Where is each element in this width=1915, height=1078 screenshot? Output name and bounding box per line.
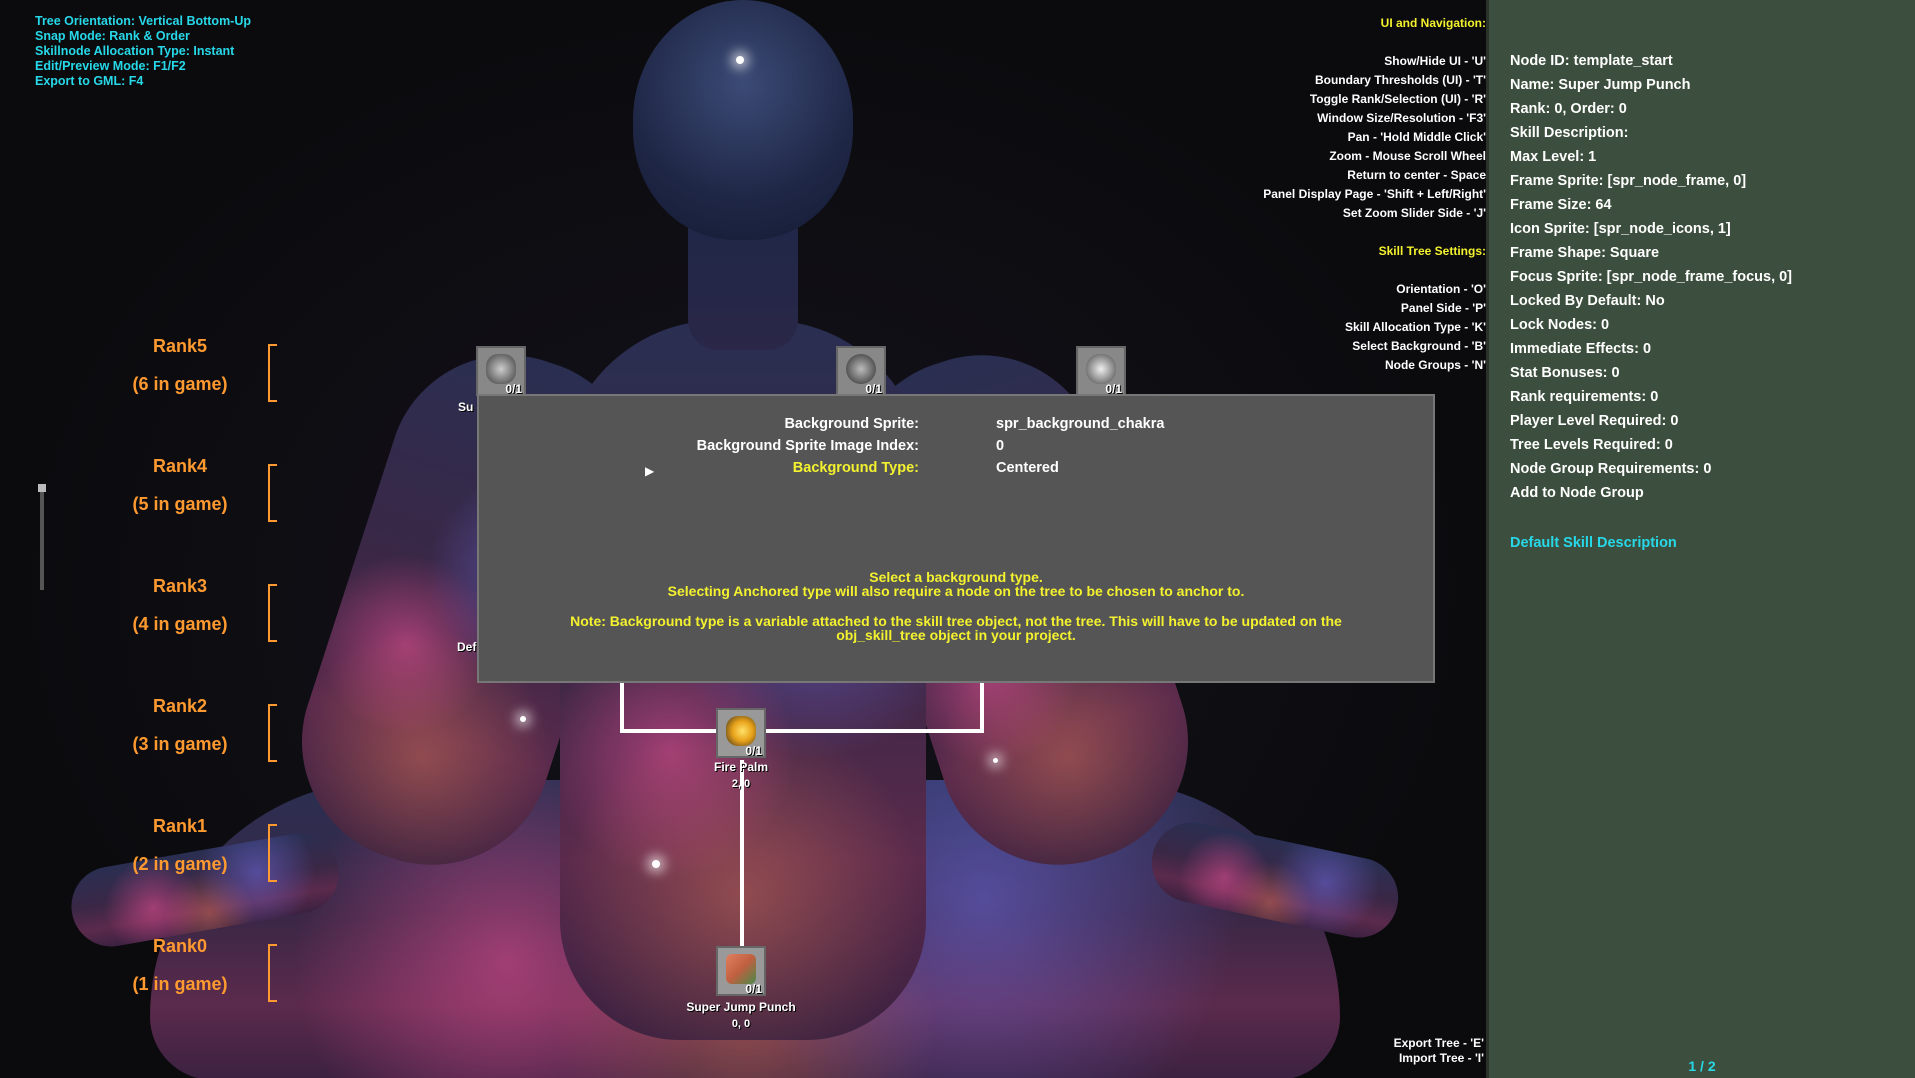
background-sprite-label[interactable]: Background Sprite: bbox=[519, 416, 919, 432]
prop-frame-sprite[interactable]: Frame Sprite: [spr_node_frame, 0] bbox=[1510, 173, 1746, 189]
snap-mode-info: Snap Mode: Rank & Order bbox=[35, 29, 190, 43]
skill-node-fire-palm[interactable]: 0/1 bbox=[716, 708, 766, 758]
help-item: Panel Display Page - 'Shift + Left/Right… bbox=[1263, 187, 1486, 201]
prop-frame-size[interactable]: Frame Size: 64 bbox=[1510, 197, 1612, 213]
gorilla-icon bbox=[486, 354, 516, 384]
rank-label-5: Rank5 (6 in game) bbox=[132, 336, 228, 394]
node-properties-panel[interactable]: Node ID: template_start Name: Super Jump… bbox=[1486, 0, 1915, 1078]
node-position: 0, 0 bbox=[731, 1018, 751, 1030]
keyboard-help: UI and Navigation: Show/Hide UI - 'U' Bo… bbox=[966, 14, 1486, 375]
tree-orientation-info: Tree Orientation: Vertical Bottom-Up bbox=[35, 14, 252, 28]
rank-bracket bbox=[268, 944, 277, 1002]
tree-info: Tree Orientation: Vertical Bottom-Up Sna… bbox=[35, 14, 251, 89]
help-item: Show/Hide UI - 'U' bbox=[1384, 54, 1486, 68]
node-connection bbox=[620, 729, 984, 733]
export-gml-info: Export to GML: F4 bbox=[35, 74, 144, 88]
skill-description-text: Default Skill Description bbox=[1510, 535, 1677, 551]
help-item: Return to center - Space bbox=[1347, 168, 1486, 182]
prop-node-group-req[interactable]: Node Group Requirements: 0 bbox=[1510, 461, 1711, 477]
prop-lock-nodes[interactable]: Lock Nodes: 0 bbox=[1510, 317, 1609, 333]
brain-icon bbox=[1086, 354, 1116, 384]
prop-frame-shape[interactable]: Frame Shape: Square bbox=[1510, 245, 1659, 261]
skill-tree-canvas[interactable]: Tree Orientation: Vertical Bottom-Up Sna… bbox=[0, 0, 1486, 1078]
help-item: Select Background - 'B' bbox=[1352, 339, 1486, 353]
prop-stat-bonuses[interactable]: Stat Bonuses: 0 bbox=[1510, 365, 1620, 381]
background-index-value[interactable]: 0 bbox=[996, 438, 1004, 454]
prop-player-level[interactable]: Player Level Required: 0 bbox=[1510, 413, 1678, 429]
rank-bracket bbox=[268, 704, 277, 762]
skill-node[interactable]: 0/1 bbox=[1076, 346, 1126, 396]
prop-immediate-effects[interactable]: Immediate Effects: 0 bbox=[1510, 341, 1651, 357]
help-item: Node Groups - 'N' bbox=[1384, 358, 1486, 372]
rank-label-1: Rank1 (2 in game) bbox=[132, 816, 228, 874]
prop-add-to-node-group[interactable]: Add to Node Group bbox=[1510, 485, 1644, 501]
background-sprite-value[interactable]: spr_background_chakra bbox=[996, 416, 1164, 432]
prop-max-level[interactable]: Max Level: 1 bbox=[1510, 149, 1596, 165]
rank-bracket bbox=[268, 584, 277, 642]
prop-skill-description[interactable]: Skill Description: bbox=[1510, 125, 1628, 141]
note-text: obj_skill_tree object in your project. bbox=[836, 627, 1076, 643]
prop-name[interactable]: Name: Super Jump Punch bbox=[1510, 77, 1690, 93]
help-item: Panel Side - 'P' bbox=[1400, 301, 1486, 315]
rank-bracket bbox=[268, 344, 277, 402]
help-item: Pan - 'Hold Middle Click' bbox=[1347, 130, 1486, 144]
node-position: 2, 0 bbox=[731, 778, 751, 790]
rank-bracket bbox=[268, 464, 277, 522]
skill-tree-settings-header: Skill Tree Settings: bbox=[1378, 244, 1486, 258]
help-item: Window Size/Resolution - 'F3' bbox=[1317, 111, 1486, 125]
skill-node[interactable]: 0/1 bbox=[836, 346, 886, 396]
rank-label-3: Rank3 (4 in game) bbox=[132, 576, 228, 634]
node-connection bbox=[740, 760, 744, 960]
skill-node[interactable]: 0/1 bbox=[476, 346, 526, 396]
panel-page-indicator: 1 / 2 bbox=[1688, 1058, 1716, 1074]
background-type-label[interactable]: Background Type: bbox=[519, 460, 919, 476]
help-item: Skill Allocation Type - 'K' bbox=[1344, 320, 1486, 334]
help-item: Zoom - Mouse Scroll Wheel bbox=[1329, 149, 1486, 163]
jump-punch-icon bbox=[726, 954, 756, 984]
prop-locked-by-default[interactable]: Locked By Default: No bbox=[1510, 293, 1665, 309]
skill-node-super-jump-punch[interactable]: 0/1 bbox=[716, 946, 766, 996]
note-text: Note: Background type is a variable atta… bbox=[570, 613, 1342, 629]
export-help: Export Tree - 'E' Import Tree - 'I' bbox=[1394, 1036, 1484, 1066]
help-item: Orientation - 'O' bbox=[1396, 282, 1486, 296]
node-name: Super Jump Punch bbox=[686, 1000, 796, 1014]
help-text: Select a background type. bbox=[869, 569, 1043, 585]
rank-label-2: Rank2 (3 in game) bbox=[132, 696, 228, 754]
prop-rank-requirements[interactable]: Rank requirements: 0 bbox=[1510, 389, 1658, 405]
help-item: Toggle Rank/Selection (UI) - 'R' bbox=[1309, 92, 1486, 106]
allocation-type-info: Skillnode Allocation Type: Instant bbox=[35, 44, 235, 58]
zoom-slider-track[interactable] bbox=[40, 490, 44, 590]
import-tree-hint: Import Tree - 'I' bbox=[1398, 1051, 1484, 1065]
zoom-slider-handle[interactable] bbox=[38, 484, 46, 492]
prop-icon-sprite[interactable]: Icon Sprite: [spr_node_icons, 1] bbox=[1510, 221, 1731, 237]
node-connection bbox=[620, 683, 624, 733]
export-tree-hint: Export Tree - 'E' bbox=[1393, 1036, 1484, 1050]
prop-focus-sprite[interactable]: Focus Sprite: [spr_node_frame_focus, 0] bbox=[1510, 269, 1792, 285]
skull-icon bbox=[846, 354, 876, 384]
rank-label-4: Rank4 (5 in game) bbox=[132, 456, 228, 514]
background-index-label[interactable]: Background Sprite Image Index: bbox=[519, 438, 919, 454]
prop-node-id[interactable]: Node ID: template_start bbox=[1510, 53, 1673, 69]
prop-rank-order[interactable]: Rank: 0, Order: 0 bbox=[1510, 101, 1627, 117]
prop-tree-levels[interactable]: Tree Levels Required: 0 bbox=[1510, 437, 1673, 453]
fire-palm-icon bbox=[726, 716, 756, 746]
mode-info: Edit/Preview Mode: F1/F2 bbox=[35, 59, 186, 73]
rank-label-0: Rank0 (1 in game) bbox=[132, 936, 228, 994]
background-type-value[interactable]: Centered bbox=[996, 460, 1059, 476]
background-settings-dialog[interactable]: Background Sprite: spr_background_chakra… bbox=[477, 394, 1435, 683]
help-item: Set Zoom Slider Side - 'J' bbox=[1342, 206, 1486, 220]
help-text: Selecting Anchored type will also requir… bbox=[667, 583, 1245, 599]
node-connection bbox=[980, 683, 984, 733]
help-item: Boundary Thresholds (UI) - 'T' bbox=[1314, 73, 1486, 87]
ui-navigation-header: UI and Navigation: bbox=[1380, 16, 1486, 30]
node-name: Fire Palm bbox=[713, 760, 769, 774]
rank-bracket bbox=[268, 824, 277, 882]
